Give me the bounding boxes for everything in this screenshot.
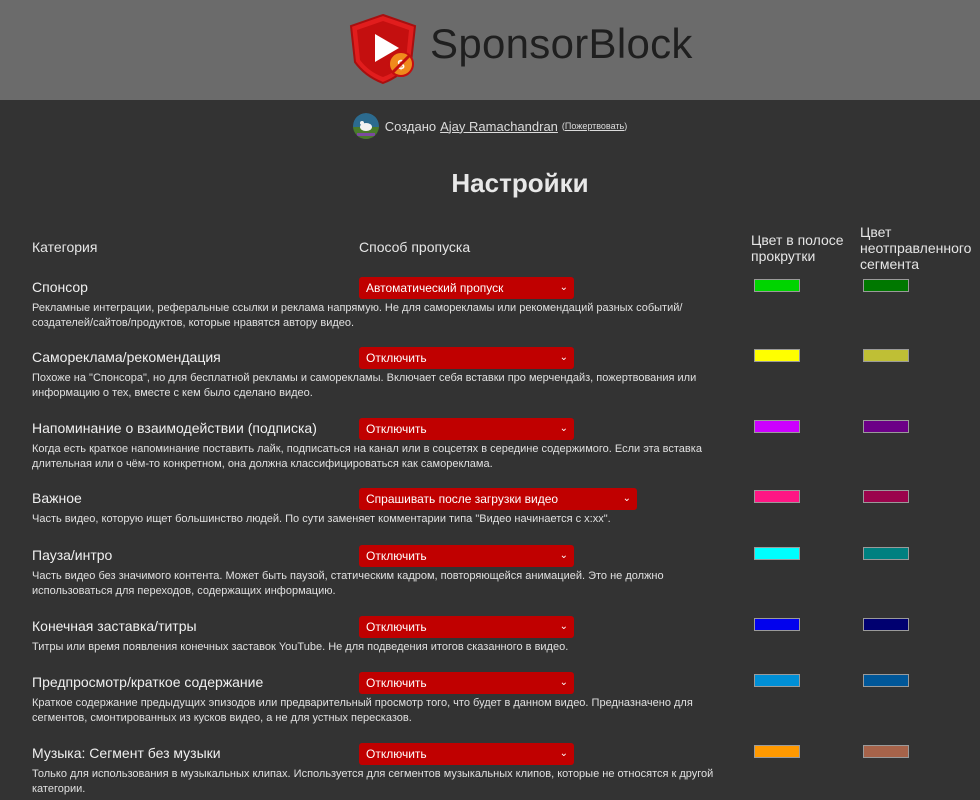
category-name: Пауза/интро bbox=[32, 547, 113, 563]
bar-color-swatch[interactable] bbox=[754, 674, 800, 687]
bar-color-swatch[interactable] bbox=[754, 745, 800, 758]
skip-option-value: Спрашивать после загрузки видео bbox=[366, 492, 559, 506]
brand-name: SponsorBlock bbox=[430, 20, 693, 67]
category-description: Титры или время появления конечных заста… bbox=[32, 641, 569, 653]
unsubmitted-color-swatch[interactable] bbox=[863, 490, 909, 503]
author-link[interactable]: Ajay Ramachandran bbox=[440, 119, 558, 134]
category-name: Самореклама/рекомендация bbox=[32, 349, 221, 365]
unsubmitted-color-swatch[interactable] bbox=[863, 420, 909, 433]
category-description: Когда есть краткое напоминание поставить… bbox=[32, 443, 702, 470]
bar-color-swatch[interactable] bbox=[754, 420, 800, 433]
donate-wrapper: (Пожертвовать) bbox=[561, 121, 628, 131]
category-name: Спонсор bbox=[32, 279, 88, 295]
column-header-unsubmitted-color: Цвет неотправленного сегмента bbox=[860, 224, 972, 272]
skip-option-value: Отключить bbox=[366, 620, 427, 634]
category-name: Музыка: Сегмент без музыки bbox=[32, 745, 221, 761]
chevron-down-icon: ⌄ bbox=[622, 493, 631, 504]
skip-option-select[interactable]: Спрашивать после загрузки видео ⌄ bbox=[359, 488, 637, 510]
column-header-bar-color: Цвет в полосе прокрутки bbox=[751, 232, 844, 264]
category-description: Часть видео, которую ищет большинство лю… bbox=[32, 513, 611, 525]
column-header-skip-method: Способ пропуска bbox=[359, 239, 471, 255]
category-name: Конечная заставка/титры bbox=[32, 618, 197, 634]
page-title: Настройки bbox=[451, 168, 589, 198]
category-description: Только для использования в музыкальных к… bbox=[32, 768, 714, 795]
category-name: Предпросмотр/краткое содержание bbox=[32, 674, 264, 690]
skip-option-value: Отключить bbox=[366, 747, 427, 761]
bar-color-swatch[interactable] bbox=[754, 349, 800, 362]
skip-option-value: Отключить bbox=[366, 351, 427, 365]
chevron-down-icon: ⌄ bbox=[559, 677, 568, 688]
category-description: Часть видео без значимого контента. Може… bbox=[32, 570, 664, 597]
category-description: Рекламные интеграции, реферальные ссылки… bbox=[32, 302, 683, 329]
chevron-down-icon: ⌄ bbox=[559, 621, 568, 632]
skip-option-select[interactable]: Отключить ⌄ bbox=[359, 418, 574, 440]
chevron-down-icon: ⌄ bbox=[559, 423, 568, 434]
category-name: Напоминание о взаимодействии (подписка) bbox=[32, 420, 317, 436]
skip-option-select[interactable]: Отключить ⌄ bbox=[359, 616, 574, 638]
header-bar: $ SponsorBlock bbox=[0, 0, 980, 100]
sponsorblock-logo-icon: $ bbox=[345, 12, 421, 86]
chevron-down-icon: ⌄ bbox=[559, 748, 568, 759]
skip-option-select[interactable]: Отключить ⌄ bbox=[359, 743, 574, 765]
chevron-down-icon: ⌄ bbox=[559, 550, 568, 561]
chevron-down-icon: ⌄ bbox=[559, 352, 568, 363]
skip-option-select[interactable]: Автоматический пропуск ⌄ bbox=[359, 277, 574, 299]
bar-color-swatch[interactable] bbox=[754, 490, 800, 503]
unsubmitted-color-swatch[interactable] bbox=[863, 674, 909, 687]
column-header-category: Категория bbox=[32, 239, 98, 255]
unsubmitted-color-swatch[interactable] bbox=[863, 279, 909, 292]
skip-option-value: Автоматический пропуск bbox=[366, 281, 504, 295]
skip-option-select[interactable]: Отключить ⌄ bbox=[359, 545, 574, 567]
bar-color-swatch[interactable] bbox=[754, 279, 800, 292]
unsubmitted-color-swatch[interactable] bbox=[863, 349, 909, 362]
category-description: Похоже на "Спонсора", но для бесплатной … bbox=[32, 372, 697, 399]
skip-option-value: Отключить bbox=[366, 549, 427, 563]
category-name: Важное bbox=[32, 490, 82, 506]
chevron-down-icon: ⌄ bbox=[559, 282, 568, 293]
unsubmitted-color-swatch[interactable] bbox=[863, 547, 909, 560]
skip-option-value: Отключить bbox=[366, 676, 427, 690]
skip-option-value: Отключить bbox=[366, 422, 427, 436]
unsubmitted-color-swatch[interactable] bbox=[863, 618, 909, 631]
skip-option-select[interactable]: Отключить ⌄ bbox=[359, 347, 574, 369]
author-avatar bbox=[352, 113, 379, 139]
unsubmitted-color-swatch[interactable] bbox=[863, 745, 909, 758]
credit-prefix: Создано bbox=[384, 118, 437, 134]
credit-line: Создано Ajay Ramachandran (Пожертвовать) bbox=[0, 112, 980, 140]
skip-option-select[interactable]: Отключить ⌄ bbox=[359, 672, 574, 694]
bar-color-swatch[interactable] bbox=[754, 618, 800, 631]
donate-link[interactable]: Пожертвовать bbox=[565, 121, 624, 131]
bar-color-swatch[interactable] bbox=[754, 547, 800, 560]
category-description: Краткое содержание предыдущих эпизодов и… bbox=[32, 697, 693, 724]
